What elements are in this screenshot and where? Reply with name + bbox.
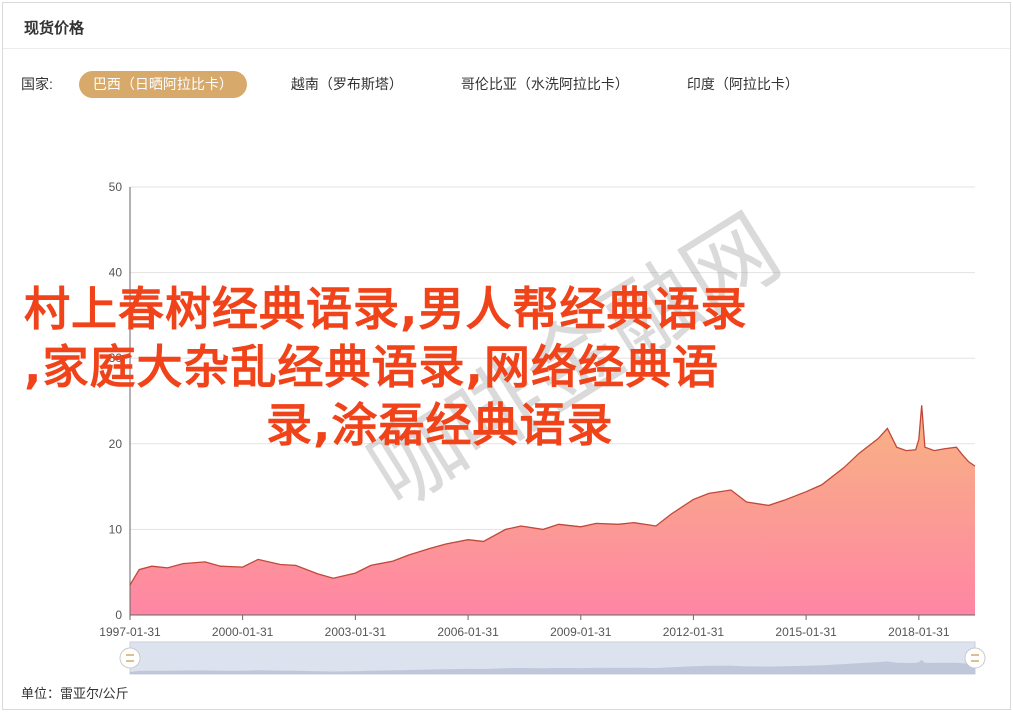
x-tick-label: 2006-01-31 (437, 625, 499, 639)
x-tick-label: 2012-01-31 (663, 625, 725, 639)
overlay-line-2: ,家庭大杂乱经典语录,网络经典语 (24, 340, 719, 394)
y-tick-label: 0 (115, 608, 122, 622)
unit-label: 单位：雷亚尔/公斤 (21, 686, 129, 701)
x-tick-label: 2003-01-31 (325, 625, 387, 639)
overlay-line-3: 录,涂磊经典语录 (266, 398, 614, 452)
zoom-handle-right[interactable] (964, 647, 986, 669)
x-tick-label: 2018-01-31 (888, 625, 950, 639)
x-tick-label: 1997-01-31 (99, 625, 161, 639)
y-tick-label: 40 (109, 266, 123, 280)
x-tick-label: 2015-01-31 (775, 625, 837, 639)
y-tick-label: 50 (109, 180, 123, 194)
zoom-slider[interactable] (119, 641, 986, 675)
overlay-line-1: 村上春树经典语录,男人帮经典语录 (24, 282, 748, 336)
x-tick-label: 2009-01-31 (550, 625, 612, 639)
x-tick-label: 2000-01-31 (212, 625, 274, 639)
zoom-handle-left[interactable] (119, 647, 141, 669)
y-tick-label: 10 (109, 522, 123, 536)
y-tick-label: 20 (109, 437, 123, 451)
